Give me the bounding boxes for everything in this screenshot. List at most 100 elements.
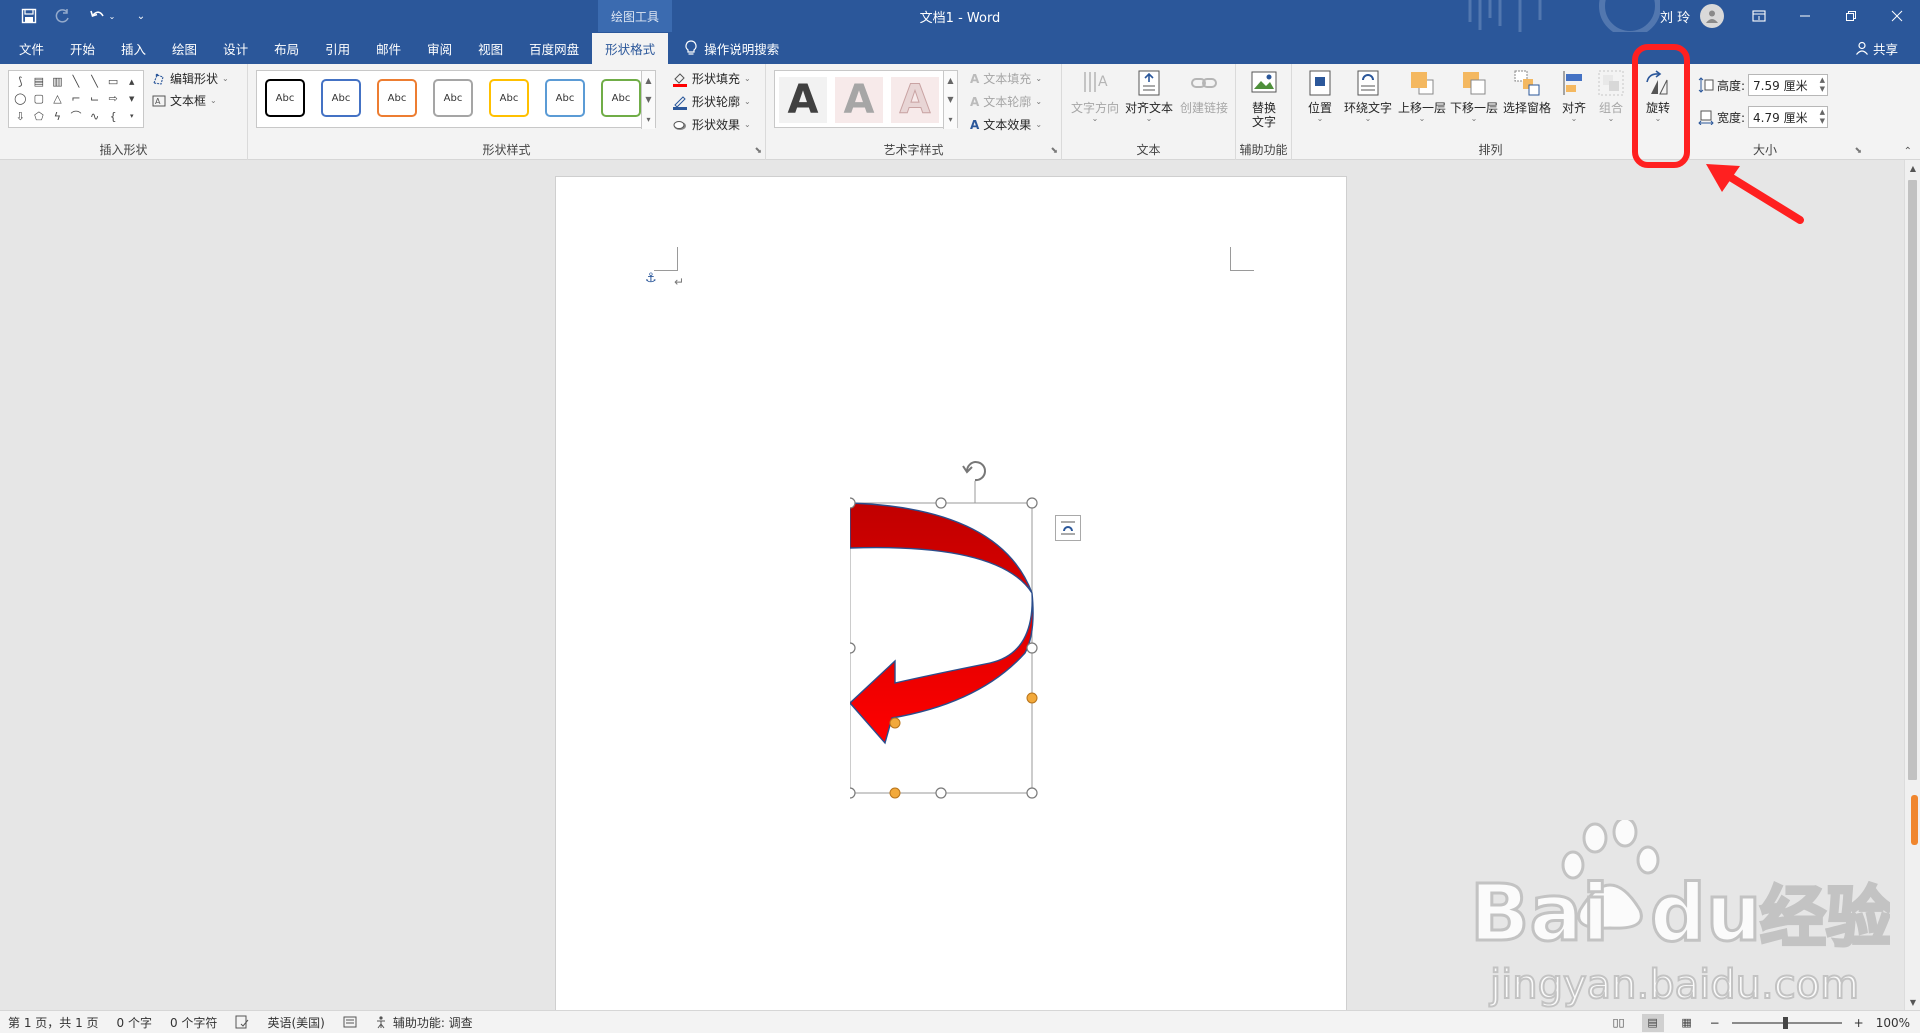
- redo-icon[interactable]: [52, 5, 74, 27]
- tab-review[interactable]: 审阅: [414, 32, 465, 64]
- text-direction-button[interactable]: A 文字方向 ⌄: [1070, 68, 1120, 123]
- vertical-scrollbar[interactable]: ▲ ▼: [1904, 160, 1920, 1010]
- create-link-button[interactable]: 创建链接: [1176, 68, 1232, 115]
- shapes-gallery[interactable]: ⟆ ▤ ▥ ╲ ╲ ▭ ▲ ◯ ▢ △ ⌐ ⌙ ⇨ ▼ ⇩ ⬠ ϟ ⌒ ∿ { …: [8, 70, 144, 128]
- tab-insert[interactable]: 插入: [108, 32, 159, 64]
- shape-style-7[interactable]: Abc: [601, 79, 641, 117]
- tab-design[interactable]: 设计: [210, 32, 261, 64]
- curved-arrow-body[interactable]: [850, 502, 1034, 745]
- proofing-icon[interactable]: [235, 1015, 249, 1029]
- tab-references[interactable]: 引用: [312, 32, 363, 64]
- tab-file[interactable]: 文件: [6, 32, 57, 64]
- restore-icon[interactable]: [1828, 0, 1874, 32]
- print-layout-icon[interactable]: ▤: [1641, 1013, 1664, 1032]
- tab-shape-format[interactable]: 形状格式: [592, 32, 669, 64]
- wordart-style-3[interactable]: A: [891, 77, 939, 124]
- shape-line-icon[interactable]: ╲: [67, 73, 86, 90]
- width-input[interactable]: 4.79 厘米 ▲ ▼: [1748, 106, 1829, 128]
- shape-textbox-icon[interactable]: ▤: [30, 73, 49, 90]
- shape-style-3[interactable]: Abc: [377, 79, 417, 117]
- shape-oval-icon[interactable]: ◯: [11, 90, 30, 107]
- shape-style-6[interactable]: Abc: [545, 79, 585, 117]
- height-input[interactable]: 7.59 厘米 ▲ ▼: [1748, 74, 1829, 96]
- scroll-down-icon[interactable]: ▼: [1905, 994, 1920, 1010]
- group-button[interactable]: 组合 ⌄: [1594, 68, 1628, 123]
- page[interactable]: ⚓ ↵: [555, 176, 1347, 1010]
- minimize-icon[interactable]: [1782, 0, 1828, 32]
- status-chars[interactable]: 0 个字符: [170, 1014, 217, 1031]
- layout-options-icon[interactable]: [1055, 515, 1081, 541]
- edit-shape-button[interactable]: 编辑形状 ⌄: [152, 70, 229, 87]
- zoom-level[interactable]: 100%: [1876, 1016, 1910, 1030]
- text-fill-button[interactable]: A 文本填充 ⌄: [970, 70, 1042, 87]
- zoom-slider-thumb[interactable]: [1782, 1016, 1788, 1029]
- wrap-text-button[interactable]: 环绕文字 ⌄: [1342, 68, 1394, 123]
- shape-lightning-icon[interactable]: ϟ: [48, 108, 67, 125]
- ribbon-display-options-icon[interactable]: [1736, 0, 1782, 32]
- align-text-button[interactable]: 对齐文本 ⌄: [1124, 68, 1174, 123]
- shape-elbow-icon[interactable]: ⌐: [67, 90, 86, 107]
- shape-styles-launcher-icon[interactable]: ⬊: [754, 146, 762, 156]
- undo-icon[interactable]: ⌄: [86, 5, 118, 27]
- height-spinner-icon[interactable]: ▲ ▼: [1820, 76, 1825, 94]
- scroll-thumb[interactable]: [1908, 180, 1917, 780]
- wordart-launcher-icon[interactable]: ⬊: [1050, 146, 1058, 156]
- shape-style-1[interactable]: Abc: [265, 79, 305, 117]
- selection-pane-button[interactable]: 选择窗格: [1500, 68, 1554, 115]
- status-accessibility[interactable]: 辅助功能: 调查: [375, 1014, 473, 1031]
- shape-brace-icon[interactable]: {: [104, 108, 123, 125]
- curved-arrow-shape[interactable]: [850, 453, 1100, 803]
- size-launcher-icon[interactable]: ⬊: [1854, 146, 1862, 156]
- shape-wave-icon[interactable]: ∿: [85, 108, 104, 125]
- bring-forward-button[interactable]: 上移一层 ⌄: [1396, 68, 1448, 123]
- shape-outline-button[interactable]: 形状轮廓 ⌄: [672, 93, 751, 110]
- shape-freeform-icon[interactable]: ⟆: [11, 73, 30, 90]
- macro-icon[interactable]: [343, 1015, 357, 1029]
- width-spinner-icon[interactable]: ▲ ▼: [1820, 108, 1825, 126]
- status-language[interactable]: 英语(美国): [267, 1014, 324, 1031]
- tell-me-search[interactable]: 操作说明搜索: [668, 32, 779, 64]
- shape-triangle-icon[interactable]: △: [48, 90, 67, 107]
- share-button[interactable]: 共享: [1855, 32, 1898, 64]
- alt-text-button[interactable]: 替换 文字: [1240, 68, 1288, 129]
- shape-effects-button[interactable]: 形状效果 ⌄: [672, 116, 751, 133]
- shape-arc-icon[interactable]: ⌒: [67, 108, 86, 125]
- wordart-style-1[interactable]: A: [779, 77, 827, 123]
- scroll-up-icon[interactable]: ▲: [1905, 160, 1920, 176]
- shape-arrow-down-icon[interactable]: ⇩: [11, 108, 30, 125]
- shape-vertical-textbox-icon[interactable]: ▥: [48, 73, 67, 90]
- send-backward-button[interactable]: 下移一层 ⌄: [1448, 68, 1500, 123]
- shape-rectangle-icon[interactable]: ▭: [104, 73, 123, 90]
- status-page[interactable]: 第 1 页，共 1 页: [8, 1014, 99, 1031]
- rotate-handle-icon[interactable]: [962, 461, 986, 482]
- collapse-ribbon-icon[interactable]: ⌃: [1904, 146, 1912, 157]
- tab-baidu-netdisk[interactable]: 百度网盘: [516, 32, 592, 64]
- save-icon[interactable]: [18, 5, 40, 27]
- customize-qat-icon[interactable]: ⌄: [130, 5, 152, 27]
- read-mode-icon[interactable]: ▯▯: [1608, 1014, 1630, 1032]
- status-words[interactable]: 0 个字: [117, 1014, 152, 1031]
- gallery-down-icon[interactable]: ▼: [122, 90, 141, 107]
- position-button[interactable]: 位置 ⌄: [1300, 68, 1340, 123]
- shape-style-4[interactable]: Abc: [433, 79, 473, 117]
- account[interactable]: 刘 玲: [1660, 0, 1725, 32]
- web-layout-icon[interactable]: ▦: [1676, 1014, 1698, 1032]
- shape-line2-icon[interactable]: ╲: [85, 73, 104, 90]
- shape-style-2[interactable]: Abc: [321, 79, 361, 117]
- tab-layout[interactable]: 布局: [261, 32, 312, 64]
- wordart-style-2[interactable]: A: [835, 77, 883, 123]
- wordart-gallery-scroll[interactable]: ▲ ▼ ▾: [943, 71, 957, 129]
- shape-arrow-right-icon[interactable]: ⇨: [104, 90, 123, 107]
- text-outline-button[interactable]: A 文本轮廓 ⌄: [970, 93, 1042, 110]
- zoom-slider[interactable]: [1731, 1016, 1842, 1029]
- shape-polygon-icon[interactable]: ⬠: [30, 108, 49, 125]
- gallery-more-icon[interactable]: ▾: [122, 108, 141, 125]
- shape-style-5[interactable]: Abc: [489, 79, 529, 117]
- wordart-gallery[interactable]: A A A ▲ ▼ ▾: [774, 70, 958, 129]
- text-effects-button[interactable]: A 文本效果 ⌄: [970, 116, 1042, 133]
- align-button[interactable]: 对齐 ⌄: [1554, 68, 1594, 123]
- side-tab-handle[interactable]: [1911, 795, 1918, 845]
- avatar[interactable]: [1700, 4, 1725, 28]
- zoom-out-icon[interactable]: −: [1710, 1016, 1720, 1030]
- tab-draw[interactable]: 绘图: [159, 32, 210, 64]
